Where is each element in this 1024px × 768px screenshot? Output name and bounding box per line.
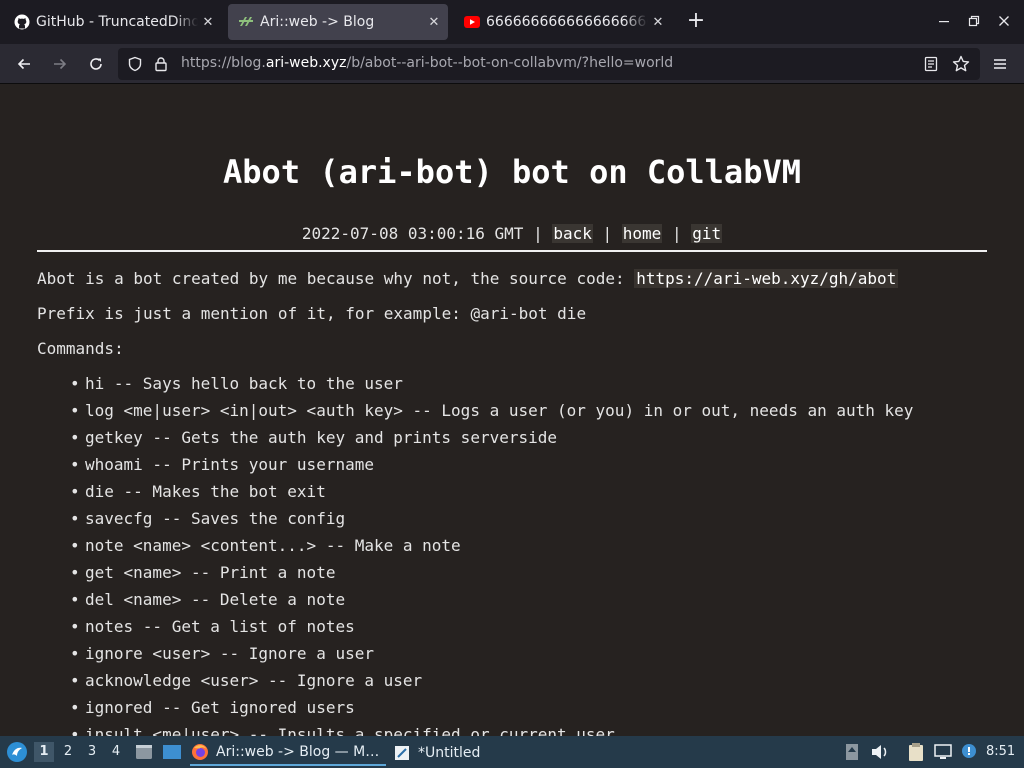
close-window-icon[interactable] (990, 8, 1018, 36)
tab-title: Ari::web -> Blog (260, 14, 375, 30)
command-list-item: notes -- Get a list of notes (70, 617, 355, 636)
command-list-item: acknowledge <user> -- Ignore a user (70, 671, 422, 690)
youtube-icon (464, 14, 480, 30)
separator: | (662, 224, 692, 243)
command-list-item: note <name> <content...> -- Make a note (70, 536, 461, 555)
page-content: Abot (ari-bot) bot on CollabVM 2022-07-0… (0, 85, 1024, 736)
command-list-item: insult <me|user> -- Insults a specified … (70, 725, 615, 736)
command-list-item: hi -- Says hello back to the user (70, 374, 403, 393)
new-tab-button[interactable]: + (682, 8, 710, 36)
command-list-item: get <name> -- Print a note (70, 563, 335, 582)
taskbar-editor-window[interactable]: *Untitled (392, 739, 572, 766)
command-list-item: getkey -- Gets the auth key and prints s… (70, 428, 557, 447)
command-list-item: whoami -- Prints your username (70, 455, 374, 474)
commands-heading: Commands: (37, 339, 124, 358)
network-icon[interactable] (933, 742, 953, 762)
lock-icon[interactable] (152, 55, 170, 73)
close-tab-icon[interactable]: ✕ (198, 15, 218, 30)
prefix-paragraph: Prefix is just a mention of it, for exam… (37, 304, 587, 323)
clipboard-icon[interactable] (906, 742, 926, 762)
restore-icon[interactable] (960, 8, 988, 36)
workspace-2[interactable]: 2 (58, 742, 78, 762)
tab-youtube[interactable]: 66666666666666666666666666 ✕ (454, 4, 672, 40)
ari-web-icon (238, 14, 254, 30)
post-timestamp: 2022-07-08 03:00:16 GMT (301, 224, 524, 243)
git-link[interactable]: git (691, 224, 723, 243)
shield-icon[interactable] (126, 55, 144, 73)
hamburger-menu-icon[interactable] (986, 50, 1014, 78)
home-link[interactable]: home (621, 224, 663, 243)
workspace-1[interactable]: 1 (34, 742, 54, 762)
notification-icon[interactable] (960, 742, 980, 762)
upload-icon[interactable] (842, 742, 862, 762)
firefox-icon (190, 742, 210, 762)
url-text[interactable]: https://blog.ari-web.xyz/b/abot--ari-bot… (181, 55, 673, 71)
volume-icon[interactable] (870, 742, 890, 762)
clock[interactable]: 8:51 (986, 744, 1015, 759)
taskbar-firefox-window[interactable]: Ari::web -> Blog — M… (190, 739, 386, 766)
back-arrow-icon[interactable] (10, 50, 38, 78)
back-link[interactable]: back (552, 224, 593, 243)
start-menu-icon[interactable] (6, 741, 28, 763)
separator: | (592, 224, 622, 243)
workspace-3[interactable]: 3 (82, 742, 102, 762)
command-list-item: ignore <user> -- Ignore a user (70, 644, 374, 663)
text-editor-icon (392, 743, 412, 763)
taskbar-window-title: *Untitled (418, 744, 481, 761)
bookmark-star-icon[interactable] (952, 55, 970, 73)
tab-blog[interactable]: Ari::web -> Blog ✕ (228, 4, 448, 40)
close-tab-icon[interactable]: ✕ (424, 15, 444, 30)
post-meta: 2022-07-08 03:00:16 GMT | back | home | … (0, 224, 1024, 243)
taskbar-window-title: Ari::web -> Blog — M… (216, 743, 380, 760)
source-code-link[interactable]: https://ari-web.xyz/gh/abot (634, 269, 899, 288)
forward-arrow-icon[interactable] (46, 50, 74, 78)
show-desktop-icon[interactable] (162, 742, 182, 762)
page-title: Abot (ari-bot) bot on CollabVM (223, 153, 801, 191)
file-manager-icon[interactable] (134, 742, 154, 762)
taskbar: 1234 Ari::web -> Blog — M… *Untitled 8:5… (0, 736, 1024, 768)
reload-icon[interactable] (82, 50, 110, 78)
separator: | (523, 224, 553, 243)
github-icon (14, 14, 30, 30)
minimize-icon[interactable] (930, 8, 958, 36)
tab-strip: GitHub - TruncatedDinosour/ ✕ Ari::web -… (0, 0, 1024, 44)
command-list-item: savecfg -- Saves the config (70, 509, 345, 528)
intro-paragraph: Abot is a bot created by me because why … (37, 269, 899, 288)
reader-view-icon[interactable] (922, 55, 940, 73)
divider (37, 250, 987, 252)
command-list-item: ignored -- Get ignored users (70, 698, 355, 717)
workspace-4[interactable]: 4 (106, 742, 126, 762)
close-tab-icon[interactable]: ✕ (648, 15, 668, 30)
command-list-item: log <me|user> <in|out> <auth key> -- Log… (70, 401, 913, 420)
navigation-toolbar: https://blog.ari-web.xyz/b/abot--ari-bot… (0, 44, 1024, 84)
address-bar[interactable]: https://blog.ari-web.xyz/b/abot--ari-bot… (118, 48, 980, 80)
command-list-item: del <name> -- Delete a note (70, 590, 345, 609)
command-list-item: die -- Makes the bot exit (70, 482, 326, 501)
tab-github[interactable]: GitHub - TruncatedDinosour/ ✕ (4, 4, 222, 40)
